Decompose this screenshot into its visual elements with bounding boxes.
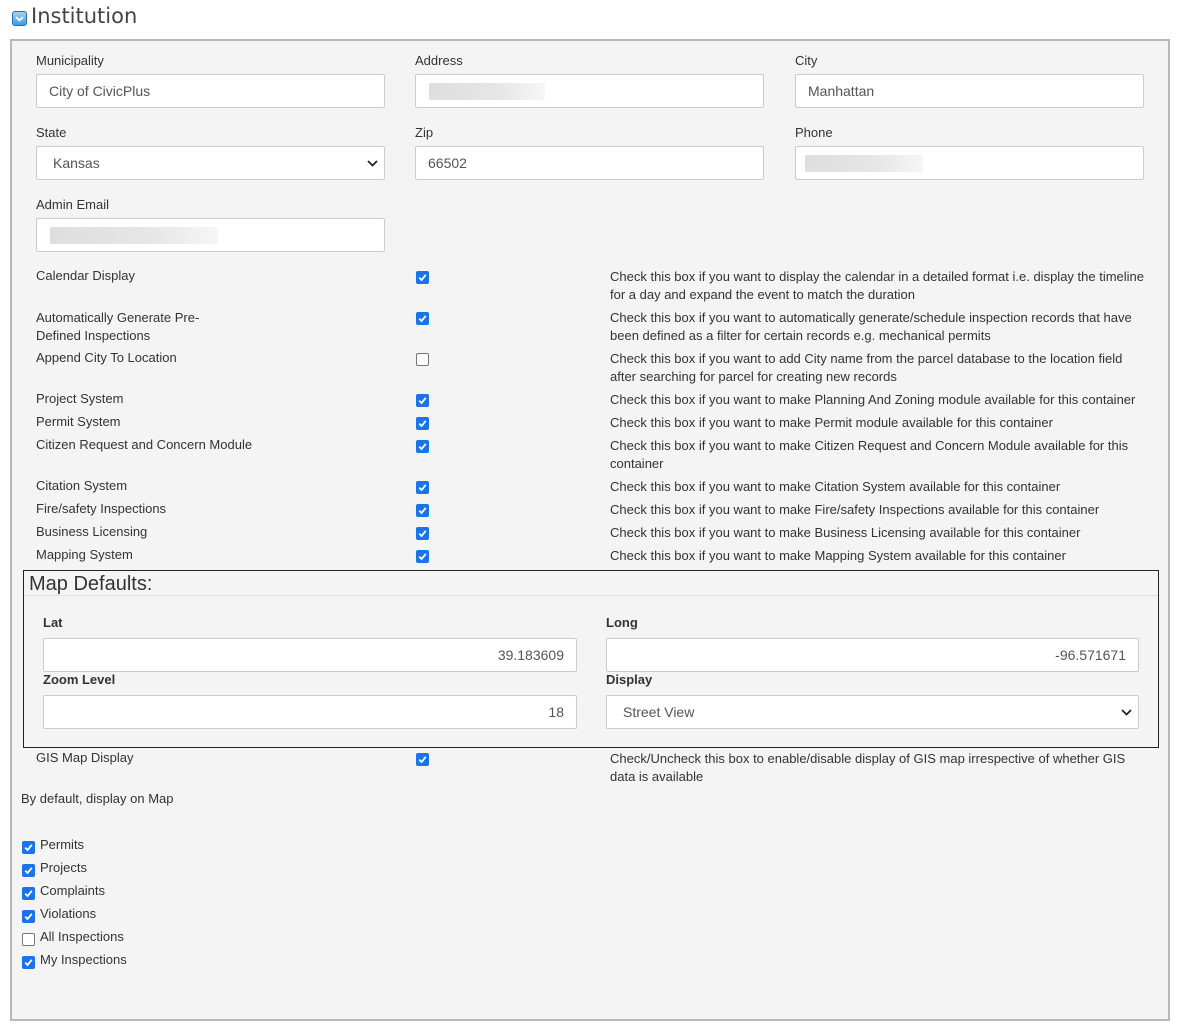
option-label-project-system: Project System bbox=[36, 391, 124, 406]
display-value: Street View bbox=[623, 704, 695, 720]
state-select[interactable]: Kansas bbox=[36, 146, 385, 180]
address-input[interactable] bbox=[415, 74, 764, 108]
mapping-system-checkbox[interactable] bbox=[416, 550, 429, 563]
redacted-value bbox=[805, 155, 923, 172]
zip-input[interactable] bbox=[415, 146, 764, 180]
collapse-toggle-button[interactable] bbox=[12, 11, 27, 26]
append-city-checkbox[interactable] bbox=[416, 353, 429, 366]
admin-email-label: Admin Email bbox=[36, 197, 109, 212]
map-defaults-title: Map Defaults: bbox=[29, 573, 153, 595]
permits-layer-checkbox[interactable] bbox=[22, 841, 35, 854]
gis-map-display-label: GIS Map Display bbox=[36, 750, 134, 765]
option-label-mapping-system: Mapping System bbox=[36, 547, 133, 562]
lat-label: Lat bbox=[43, 615, 63, 630]
lat-input[interactable] bbox=[43, 638, 577, 672]
check-icon bbox=[24, 844, 33, 852]
page-title: Institution bbox=[12, 0, 137, 32]
calendar-display-checkbox[interactable] bbox=[416, 271, 429, 284]
complaints-layer-checkbox[interactable] bbox=[22, 887, 35, 900]
zoom-level-input[interactable] bbox=[43, 695, 577, 729]
chevron-down-icon bbox=[15, 15, 24, 22]
option-label-append-city: Append City To Location bbox=[36, 350, 177, 365]
check-icon bbox=[24, 959, 33, 967]
option-label-calendar-display: Calendar Display bbox=[36, 268, 135, 283]
check-icon bbox=[418, 507, 427, 515]
violations-layer-label: Violations bbox=[40, 906, 97, 921]
map-defaults-box: Map Defaults: Lat Long Zoom Level Displa… bbox=[23, 570, 1159, 748]
check-icon bbox=[418, 274, 427, 282]
option-label-permit-system: Permit System bbox=[36, 414, 121, 429]
zip-label: Zip bbox=[415, 125, 434, 140]
option-label-business-licensing: Business Licensing bbox=[36, 524, 148, 539]
option-help-auto-generate: Check this box if you want to automatica… bbox=[610, 310, 1132, 343]
divider bbox=[24, 595, 1158, 596]
check-icon bbox=[418, 315, 427, 323]
citation-system-checkbox[interactable] bbox=[416, 481, 429, 494]
check-icon bbox=[418, 420, 427, 428]
gis-map-display-checkbox[interactable] bbox=[416, 753, 429, 766]
municipality-label: Municipality bbox=[36, 53, 104, 68]
fire-safety-checkbox[interactable] bbox=[416, 504, 429, 517]
check-icon bbox=[24, 890, 33, 898]
citizen-request-checkbox[interactable] bbox=[416, 440, 429, 453]
all-inspections-layer-checkbox[interactable] bbox=[22, 933, 35, 946]
violations-layer-checkbox[interactable] bbox=[22, 910, 35, 923]
section-title: Institution bbox=[31, 4, 138, 28]
option-help-calendar-display: Check this box if you want to display th… bbox=[610, 269, 1145, 302]
long-label: Long bbox=[606, 615, 638, 630]
state-value: Kansas bbox=[53, 155, 100, 171]
display-select[interactable]: Street View bbox=[606, 695, 1139, 729]
auto-generate-checkbox[interactable] bbox=[416, 312, 429, 325]
chevron-down-icon bbox=[1121, 708, 1132, 716]
city-label: City bbox=[795, 53, 818, 68]
option-help-permit-system: Check this box if you want to make Permi… bbox=[610, 415, 1053, 430]
option-help-project-system: Check this box if you want to make Plann… bbox=[610, 392, 1136, 407]
phone-label: Phone bbox=[795, 125, 833, 140]
address-label: Address bbox=[415, 53, 463, 68]
permit-system-checkbox[interactable] bbox=[416, 417, 429, 430]
business-licensing-checkbox[interactable] bbox=[416, 527, 429, 540]
chevron-down-icon bbox=[367, 159, 378, 167]
option-help-citation-system: Check this box if you want to make Citat… bbox=[610, 479, 1061, 494]
option-help-append-city: Check this box if you want to add City n… bbox=[610, 351, 1123, 384]
phone-input[interactable] bbox=[795, 146, 1144, 180]
complaints-layer-label: Complaints bbox=[40, 883, 106, 898]
project-system-checkbox[interactable] bbox=[416, 394, 429, 407]
option-help-mapping-system: Check this box if you want to make Mappi… bbox=[610, 548, 1066, 563]
my-inspections-layer-checkbox[interactable] bbox=[22, 956, 35, 969]
display-label: Display bbox=[606, 672, 653, 687]
long-input[interactable] bbox=[606, 638, 1139, 672]
gis-map-display-help: Check/Uncheck this box to enable/disable… bbox=[610, 751, 1126, 784]
redacted-value bbox=[50, 227, 218, 244]
check-icon bbox=[418, 756, 427, 764]
municipality-input[interactable] bbox=[36, 74, 385, 108]
check-icon bbox=[418, 484, 427, 492]
option-help-business-licensing: Check this box if you want to make Busin… bbox=[610, 525, 1081, 540]
option-label-fire-safety: Fire/safety Inspections bbox=[36, 501, 167, 516]
projects-layer-checkbox[interactable] bbox=[22, 864, 35, 877]
option-help-citizen-request: Check this box if you want to make Citiz… bbox=[610, 438, 1129, 471]
default-display-label: By default, display on Map bbox=[21, 791, 174, 806]
check-icon bbox=[418, 553, 427, 561]
my-inspections-layer-label: My Inspections bbox=[40, 952, 127, 967]
option-label-citation-system: Citation System bbox=[36, 478, 128, 493]
check-icon bbox=[24, 867, 33, 875]
zoom-level-label: Zoom Level bbox=[43, 672, 116, 687]
institution-panel: Municipality Address City State Kansas Z… bbox=[10, 39, 1170, 1021]
check-icon bbox=[418, 443, 427, 451]
all-inspections-layer-label: All Inspections bbox=[40, 929, 124, 944]
permits-layer-label: Permits bbox=[40, 837, 85, 852]
check-icon bbox=[418, 397, 427, 405]
admin-email-input[interactable] bbox=[36, 218, 385, 252]
option-label-auto-generate: Automatically Generate Pre-Defined Inspe… bbox=[36, 310, 200, 343]
city-input[interactable] bbox=[795, 74, 1144, 108]
check-icon bbox=[418, 530, 427, 538]
projects-layer-label: Projects bbox=[40, 860, 87, 875]
state-label: State bbox=[36, 125, 67, 140]
redacted-value bbox=[429, 83, 545, 100]
check-icon bbox=[24, 913, 33, 921]
option-help-fire-safety: Check this box if you want to make Fire/… bbox=[610, 502, 1100, 517]
option-label-citizen-request: Citizen Request and Concern Module bbox=[36, 437, 253, 452]
